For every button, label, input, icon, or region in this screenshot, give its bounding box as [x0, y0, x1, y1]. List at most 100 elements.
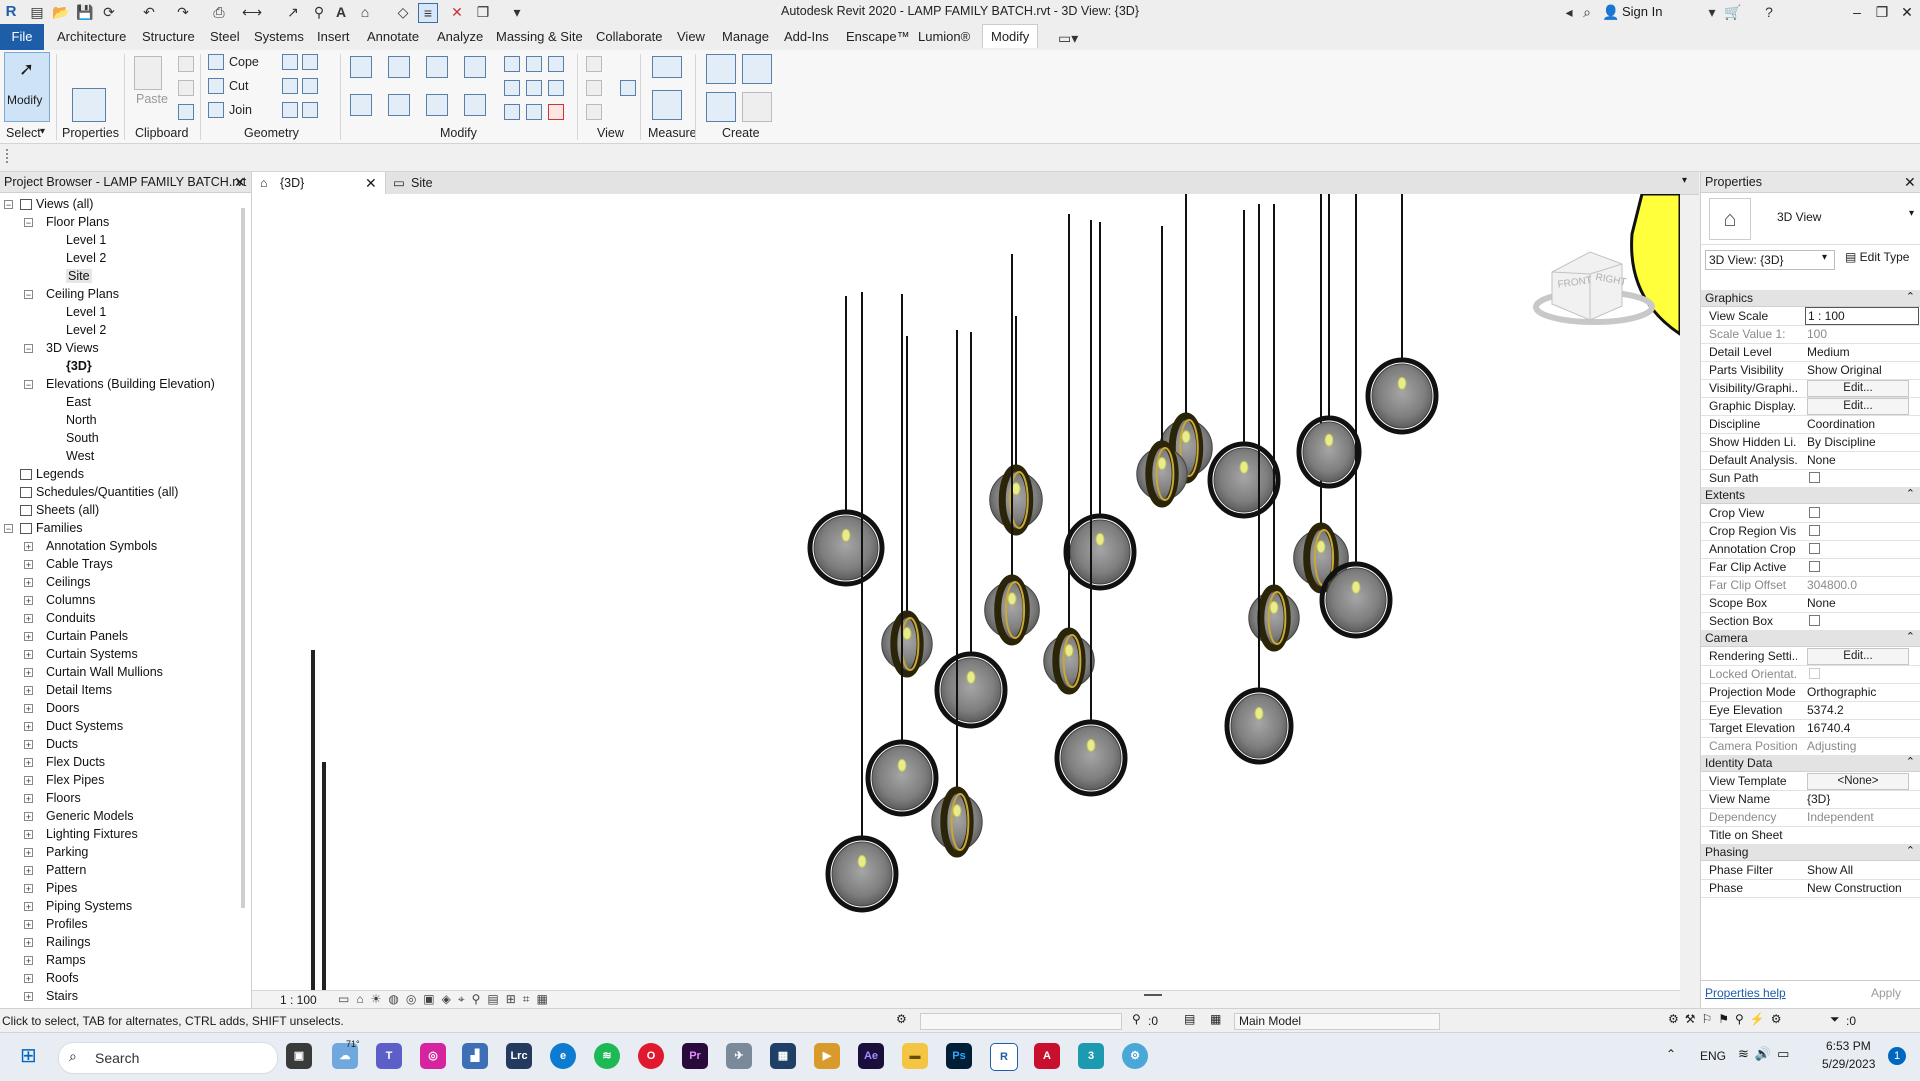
drawing-canvas[interactable]: FRONT RIGHT: [252, 192, 1682, 990]
lamp-bulb[interactable]: [1157, 457, 1167, 470]
notification-badge[interactable]: 1: [1888, 1047, 1906, 1065]
mirror-pick-icon[interactable]: [426, 56, 448, 78]
property-row[interactable]: Camera Position Adjusting: [1701, 737, 1920, 756]
restore-button[interactable]: ❐: [1870, 2, 1894, 22]
pendant-lamp[interactable]: [984, 254, 1040, 646]
property-row[interactable]: Detail Level Medium: [1701, 343, 1920, 362]
3dsmax-icon[interactable]: 3: [1078, 1043, 1104, 1069]
browser-item[interactable]: Lighting Fixtures: [46, 827, 138, 841]
collapse-icon[interactable]: −: [4, 200, 13, 210]
expand-icon[interactable]: +: [24, 794, 33, 804]
expand-icon[interactable]: +: [24, 578, 33, 588]
spotify-icon[interactable]: ≋: [594, 1043, 620, 1069]
filter-icon[interactable]: ⏷: [1830, 1012, 1840, 1027]
property-value[interactable]: 16740.4: [1807, 721, 1915, 735]
property-row[interactable]: View Name {3D}: [1701, 790, 1920, 809]
instance-selector[interactable]: 3D View: {3D} ▾: [1705, 250, 1835, 270]
property-row[interactable]: Default Analysis... None: [1701, 451, 1920, 470]
property-value[interactable]: Orthographic: [1807, 685, 1915, 699]
expand-icon[interactable]: +: [24, 596, 33, 606]
sign-in-link[interactable]: Sign In: [1622, 4, 1662, 19]
edit-type-button[interactable]: ▤ Edit Type: [1845, 250, 1909, 264]
tray-icons[interactable]: ≋🔊▭: [1738, 1046, 1795, 1062]
property-edit-button[interactable]: <None>: [1807, 773, 1909, 790]
browser-item[interactable]: East: [66, 395, 91, 409]
lamp-glass[interactable]: [931, 793, 983, 851]
properties-section-phasing[interactable]: Phasing ⌃: [1701, 844, 1920, 861]
project-browser-scrollbar[interactable]: [241, 208, 245, 908]
lamp-bulb[interactable]: [1064, 644, 1074, 657]
media-player-icon[interactable]: ▶: [814, 1043, 840, 1069]
browser-item[interactable]: Schedules/Quantities (all): [36, 485, 178, 499]
browser-item[interactable]: Legends: [36, 467, 84, 481]
measure-between-icon[interactable]: [652, 56, 682, 78]
browser-item[interactable]: North: [66, 413, 97, 427]
tab-add-ins[interactable]: Add-Ins: [784, 29, 829, 44]
cut-geometry-icon[interactable]: [208, 78, 224, 94]
tab-manage[interactable]: Manage: [722, 29, 769, 44]
sun-object[interactable]: [1630, 192, 1682, 337]
property-row[interactable]: Projection Mode Orthographic: [1701, 683, 1920, 702]
trim-multiple-icon[interactable]: [526, 104, 542, 120]
offset-icon[interactable]: [388, 56, 410, 78]
property-row[interactable]: Title on Sheet: [1701, 826, 1920, 845]
lamp-glass[interactable]: [813, 515, 879, 581]
linework-icon[interactable]: [586, 104, 602, 120]
editing-requests-icon[interactable]: ⚲: [1132, 1012, 1141, 1026]
browser-item[interactable]: Roofs: [46, 971, 79, 985]
lamp-glass[interactable]: [989, 471, 1043, 529]
tab-modify[interactable]: Modify: [982, 24, 1039, 48]
expand-icon[interactable]: +: [24, 920, 33, 930]
browser-item[interactable]: Railings: [46, 935, 90, 949]
lamp-bulb[interactable]: [952, 804, 962, 818]
taskbar-search[interactable]: ⌕ Search: [58, 1042, 278, 1074]
collapse-icon[interactable]: −: [4, 524, 13, 534]
move-icon[interactable]: [350, 94, 372, 116]
property-row[interactable]: View Scale 1 : 100: [1701, 307, 1920, 326]
collapse-icon[interactable]: −: [24, 290, 33, 300]
pendant-lamp[interactable]: [1365, 194, 1439, 435]
lines-icon[interactable]: [620, 80, 636, 96]
app-icon[interactable]: ▦: [770, 1043, 796, 1069]
lamp-bulb[interactable]: [897, 758, 907, 772]
property-checkbox[interactable]: [1809, 561, 1820, 572]
demolish-icon[interactable]: [282, 78, 298, 94]
close-button[interactable]: ✕: [1895, 2, 1919, 22]
lamp-glass[interactable]: [1371, 363, 1433, 429]
user-icon[interactable]: 👤: [1602, 3, 1620, 21]
stock-app-icon[interactable]: ▟: [462, 1043, 488, 1069]
tab-steel[interactable]: Steel: [210, 29, 240, 44]
expand-icon[interactable]: +: [24, 902, 33, 912]
close-icon[interactable]: ✕: [365, 172, 377, 194]
expand-icon[interactable]: +: [24, 740, 33, 750]
select-panel-label[interactable]: Select: [6, 126, 41, 140]
create-similar-icon[interactable]: [742, 92, 772, 122]
clock-time[interactable]: 6:53 PM: [1826, 1039, 1871, 1053]
property-row[interactable]: Section Box: [1701, 612, 1920, 631]
modify-tool-button[interactable]: ➚ Modify: [4, 52, 50, 122]
tab-architecture[interactable]: Architecture: [57, 29, 126, 44]
property-row[interactable]: Annotation Crop: [1701, 540, 1920, 559]
browser-item[interactable]: Stairs: [46, 989, 78, 1003]
autocad-icon[interactable]: A: [1034, 1043, 1060, 1069]
tab-enscape[interactable]: Enscape™: [846, 29, 910, 44]
lamp-glass[interactable]: [1325, 567, 1387, 633]
lamp-bulb[interactable]: [902, 627, 912, 640]
expand-icon[interactable]: +: [24, 848, 33, 858]
property-row[interactable]: Far Clip Active: [1701, 558, 1920, 577]
design-options-icon[interactable]: ▤: [1184, 1012, 1195, 1026]
property-value[interactable]: 1 : 100: [1805, 307, 1919, 325]
opera-icon[interactable]: O: [638, 1043, 664, 1069]
trim-extend-icon[interactable]: [464, 94, 486, 116]
property-row[interactable]: Sun Path: [1701, 469, 1920, 488]
collapse-icon[interactable]: ⌃: [1906, 487, 1915, 500]
lamp-glass[interactable]: [1069, 519, 1131, 585]
select-dropdown-icon[interactable]: ▾: [40, 126, 45, 137]
property-row[interactable]: Far Clip Offset 304800.0: [1701, 576, 1920, 595]
help-icon[interactable]: ?: [1760, 3, 1778, 21]
property-row[interactable]: Locked Orientat...: [1701, 665, 1920, 684]
expand-icon[interactable]: +: [24, 884, 33, 894]
lamp-bulb[interactable]: [966, 670, 976, 684]
browser-item[interactable]: Level 1: [66, 305, 106, 319]
tray-chevron-icon[interactable]: ⌃: [1666, 1047, 1676, 1061]
